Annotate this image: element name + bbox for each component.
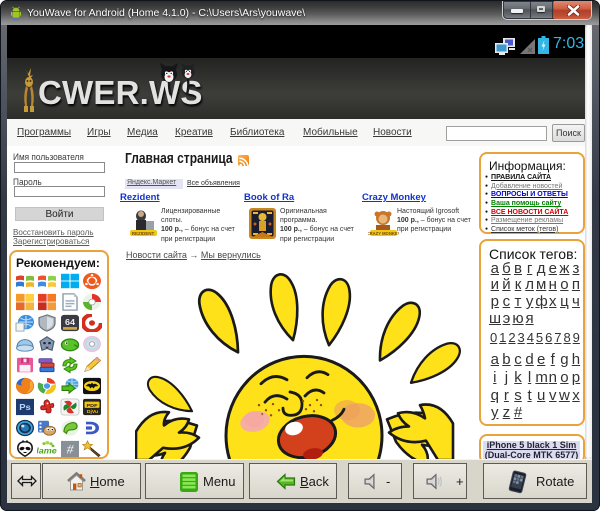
svg-text:REZIDENT: REZIDENT bbox=[132, 231, 155, 236]
svg-text:DjVu: DjVu bbox=[87, 409, 98, 415]
svg-text:#: # bbox=[66, 442, 73, 456]
svg-text:64: 64 bbox=[64, 317, 74, 326]
svg-text:CRAZY MONKEY: CRAZY MONKEY bbox=[368, 231, 399, 236]
svg-text:lame: lame bbox=[37, 446, 57, 455]
svg-text:Ps: Ps bbox=[19, 403, 31, 412]
svg-text:PDF: PDF bbox=[87, 403, 98, 409]
